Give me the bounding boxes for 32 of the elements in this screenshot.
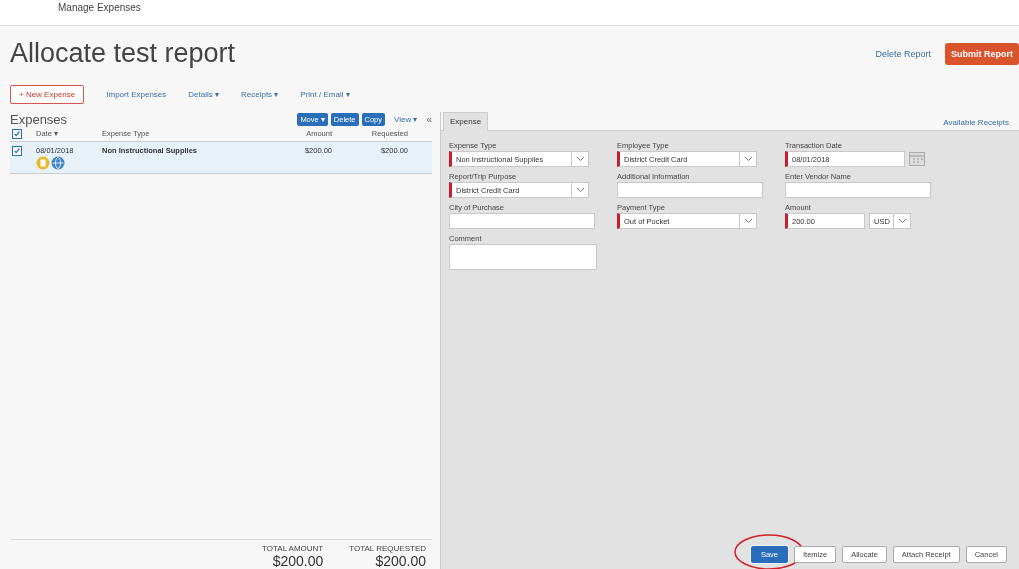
new-expense-button[interactable]: + New Expense [10,85,85,104]
total-label: TOTAL REQUESTED [349,544,426,553]
breadcrumb[interactable]: Manage Expenses [58,2,141,13]
submit-report-button[interactable]: Submit Report [945,42,1019,65]
comment-field[interactable] [449,244,597,270]
chevron-icon [743,156,753,162]
available-receipts-link[interactable]: Available Receipts [943,118,1009,130]
tab[interactable]: Expense [443,112,489,131]
input-field[interactable] [617,182,763,198]
collapse-button[interactable]: « [426,114,432,125]
total-value: $200.00 [272,553,324,569]
total-value: $200.00 [375,553,426,569]
input-field[interactable] [785,182,931,198]
toolbar-link[interactable]: Import Expenses [106,90,167,99]
chevron-icon [897,218,907,224]
chevron-icon [743,218,753,224]
globe-icon [51,156,65,170]
total-label: TOTAL AMOUNT [262,544,324,553]
row-checkbox[interactable] [12,146,22,156]
input-field[interactable] [449,213,595,229]
select-all-checkbox[interactable] [12,129,22,139]
toolbar-link[interactable]: Print / Email ▾ [300,90,350,99]
report-title: Allocate test report [10,38,236,69]
toolbar-link[interactable]: Details ▾ [188,90,219,99]
receipt-icon [36,156,50,170]
toolbar-link[interactable]: Receipts ▾ [241,90,279,99]
chevron-icon [575,187,585,193]
calendar-icon[interactable] [909,152,925,166]
chevron-icon [575,156,585,162]
delete-report-link[interactable]: Delete Report [875,48,931,59]
expenses-heading: Expenses [10,112,68,127]
view-menu[interactable]: View ▾ [394,115,418,124]
